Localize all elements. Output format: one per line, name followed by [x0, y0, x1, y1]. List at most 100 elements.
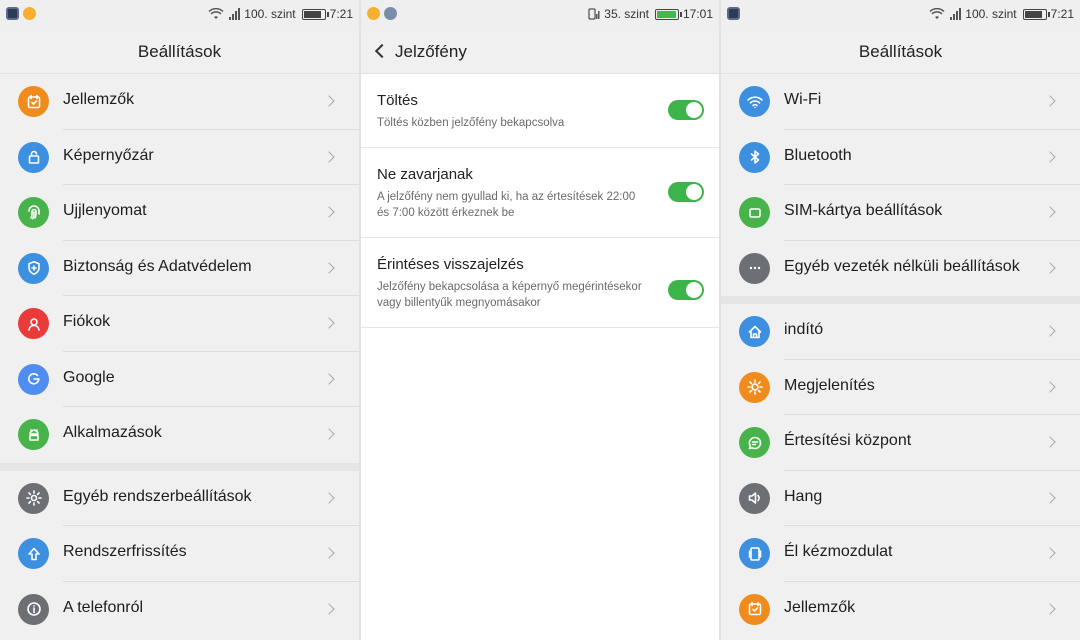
- edge-gesture-icon: [739, 538, 770, 569]
- settings-row-label: Rendszerfrissítés: [63, 543, 187, 560]
- group-gap: [721, 296, 1080, 304]
- settings-row[interactable]: Ujjlenyomat: [0, 185, 359, 241]
- settings-row-label: Jellemzők: [63, 91, 135, 108]
- touch-feedback-toggle[interactable]: [668, 280, 704, 300]
- toggle-title: Érintéses visszajelzés: [377, 256, 524, 273]
- status-bar: 35. szint 17:01: [361, 0, 719, 30]
- settings-row[interactable]: Egyéb vezeték nélküli beállítások: [721, 240, 1080, 296]
- battery-icon: [654, 8, 682, 20]
- toggle-title: Töltés: [377, 92, 418, 109]
- signal-text: 100. szint: [244, 7, 296, 21]
- title-bar: Beállítások: [0, 30, 359, 74]
- settings-row[interactable]: Egyéb rendszerbeállítások: [0, 470, 359, 526]
- settings-row[interactable]: Rendszerfrissítés: [0, 526, 359, 582]
- toggle-row-do-not-disturb[interactable]: Ne zavarjanak A jelzőfény nem gyullad ki…: [361, 148, 719, 238]
- notification-icon: [367, 7, 380, 20]
- google-icon: [18, 363, 49, 395]
- signal-icon: [949, 8, 962, 20]
- chevron-right-icon: [1044, 436, 1056, 448]
- settings-row[interactable]: Képernyőzár: [0, 129, 359, 185]
- clock: 7:21: [329, 7, 353, 21]
- clock: 7:21: [1050, 7, 1074, 21]
- chevron-right-icon: [323, 206, 335, 218]
- phone-signal-icon: [588, 8, 600, 20]
- settings-row[interactable]: Jellemzők: [721, 581, 1080, 637]
- settings-row-label: Biztonság és Adatvédelem: [63, 257, 252, 275]
- charging-toggle[interactable]: [668, 100, 704, 120]
- app-notification-icon: [6, 7, 19, 20]
- chevron-right-icon: [323, 602, 335, 615]
- wifi-status-icon: [208, 8, 224, 19]
- gear-icon: [18, 482, 49, 514]
- info-icon: [18, 593, 49, 625]
- status-bar: 100. szint 7:21: [721, 0, 1080, 30]
- shield-icon: [18, 252, 49, 284]
- settings-row[interactable]: Alkalmazások: [0, 407, 359, 463]
- settings-row[interactable]: Biztonság és Adatvédelem: [0, 240, 359, 296]
- indicator-light-screen: 35. szint 17:01 Jelzőfény Töltés Töltés …: [361, 0, 719, 640]
- settings-row[interactable]: Google: [0, 351, 359, 407]
- account-icon: [18, 308, 49, 339]
- chevron-right-icon: [323, 372, 335, 385]
- chevron-right-icon: [1044, 261, 1056, 274]
- page-title: Beállítások: [858, 42, 943, 61]
- brightness-icon: [739, 371, 770, 403]
- toggle-description: Jelzőfény bekapcsolása a képernyő megéri…: [377, 281, 642, 309]
- chevron-right-icon: [1044, 325, 1056, 337]
- right-settings-screen: 100. szint 7:21 Beállítások Wi-Fi Bluetoo…: [721, 0, 1080, 640]
- battery-icon: [301, 8, 329, 20]
- settings-row[interactable]: SIM-kártya beállítások: [721, 185, 1080, 241]
- notification-icon: [384, 7, 397, 20]
- battery-icon: [1022, 8, 1050, 20]
- settings-row-label: SIM-kártya beállítások: [784, 202, 943, 219]
- settings-row-label: Google: [63, 368, 115, 386]
- page-title: Jelzőfény: [395, 42, 467, 61]
- chevron-right-icon: [1044, 95, 1056, 107]
- lock-icon: [18, 141, 49, 173]
- settings-row-label: Értesítési központ: [784, 432, 912, 449]
- toggle-row-charging[interactable]: Töltés Töltés közben jelzőfény bekapcsol…: [361, 74, 719, 148]
- chevron-right-icon: [323, 547, 335, 559]
- settings-row-label: Egyéb vezeték nélküli beállítások: [784, 257, 1020, 275]
- settings-row[interactable]: indító: [721, 304, 1080, 360]
- left-settings-screen: 100. szint 7:21 Beállítások Jellemzők Kép…: [0, 0, 359, 640]
- chevron-right-icon: [1044, 491, 1056, 504]
- back-icon[interactable]: [374, 43, 390, 59]
- settings-row[interactable]: Él kézmozdulat: [721, 526, 1080, 582]
- settings-row[interactable]: Jellemzők: [0, 74, 359, 130]
- notification-icon: [23, 7, 36, 20]
- settings-row[interactable]: A telefonról: [0, 581, 359, 637]
- settings-row[interactable]: Fiókok: [0, 296, 359, 352]
- chevron-right-icon: [323, 428, 335, 440]
- features-icon: [18, 86, 49, 117]
- title-bar: Beállítások: [721, 30, 1080, 74]
- more-icon: [739, 252, 770, 284]
- toggle-list: Töltés Töltés közben jelzőfény bekapcsol…: [361, 74, 719, 328]
- fingerprint-icon: [18, 197, 49, 228]
- settings-list: Wi-Fi Bluetooth SIM-kártya beállítások Egyé…: [721, 74, 1080, 637]
- settings-row[interactable]: Hang: [721, 470, 1080, 526]
- bluetooth-icon: [739, 141, 770, 173]
- update-arrow-icon: [18, 538, 49, 569]
- chevron-right-icon: [1044, 150, 1056, 163]
- chevron-right-icon: [323, 150, 335, 163]
- title-bar: Jelzőfény: [361, 30, 719, 74]
- signal-icon: [228, 8, 241, 20]
- toggle-row-touch-feedback[interactable]: Érintéses visszajelzés Jelzőfény bekapcs…: [361, 238, 719, 328]
- wifi-status-icon: [929, 8, 945, 19]
- status-bar: 100. szint 7:21: [0, 0, 359, 30]
- do-not-disturb-toggle[interactable]: [668, 182, 704, 202]
- settings-row[interactable]: Bluetooth: [721, 129, 1080, 185]
- settings-row[interactable]: Értesítési központ: [721, 415, 1080, 471]
- settings-row-label: Él kézmozdulat: [784, 543, 893, 560]
- page-title: Beállítások: [137, 42, 222, 61]
- signal-text: 100. szint: [965, 7, 1017, 21]
- chevron-right-icon: [323, 95, 335, 107]
- chevron-right-icon: [323, 261, 335, 274]
- chevron-right-icon: [1044, 380, 1056, 393]
- wifi-icon: [739, 86, 770, 117]
- chevron-right-icon: [1044, 602, 1056, 615]
- settings-row[interactable]: Wi-Fi: [721, 74, 1080, 130]
- settings-row[interactable]: Megjelenítés: [721, 359, 1080, 415]
- android-icon: [18, 419, 49, 450]
